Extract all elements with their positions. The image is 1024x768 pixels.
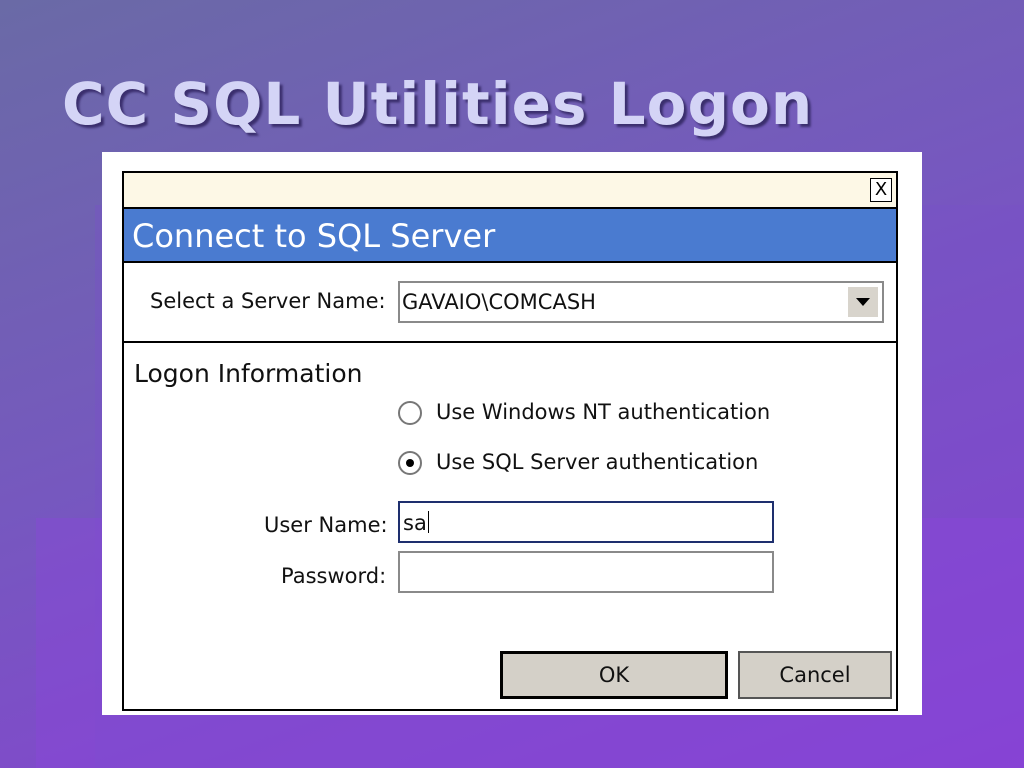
radio-icon[interactable] bbox=[398, 401, 422, 425]
radio-icon[interactable] bbox=[398, 451, 422, 475]
cancel-button[interactable]: Cancel bbox=[738, 651, 892, 699]
text-caret bbox=[427, 511, 429, 533]
radio-windows-nt-auth-label[interactable]: Use Windows NT authentication bbox=[436, 400, 770, 424]
server-name-label: Select a Server Name: bbox=[150, 289, 386, 313]
user-name-value: sa bbox=[403, 511, 427, 535]
dialog-header: Connect to SQL Server bbox=[124, 209, 896, 263]
divider bbox=[124, 341, 896, 343]
close-icon[interactable]: X bbox=[870, 178, 892, 202]
radio-sql-server-auth-label[interactable]: Use SQL Server authentication bbox=[436, 450, 758, 474]
ok-button[interactable]: OK bbox=[500, 651, 728, 699]
password-label: Password: bbox=[281, 564, 387, 588]
slide-title: CC SQL Utilities Logon bbox=[62, 70, 814, 138]
server-name-value: GAVAIO\COMCASH bbox=[402, 290, 596, 314]
user-name-input[interactable]: sa bbox=[398, 501, 774, 543]
connect-dialog: X Connect to SQL Server Select a Server … bbox=[122, 171, 898, 711]
radio-selected-dot bbox=[406, 459, 414, 467]
logon-information-heading: Logon Information bbox=[134, 359, 363, 388]
user-name-label: User Name: bbox=[264, 513, 388, 537]
dialog-title: Connect to SQL Server bbox=[132, 217, 496, 255]
dialog-titlebar: X bbox=[124, 173, 896, 209]
password-input[interactable] bbox=[398, 551, 774, 593]
dialog-frame: X Connect to SQL Server Select a Server … bbox=[102, 152, 922, 715]
server-name-select[interactable]: GAVAIO\COMCASH bbox=[398, 281, 884, 323]
dropdown-arrow-icon[interactable] bbox=[848, 287, 878, 317]
